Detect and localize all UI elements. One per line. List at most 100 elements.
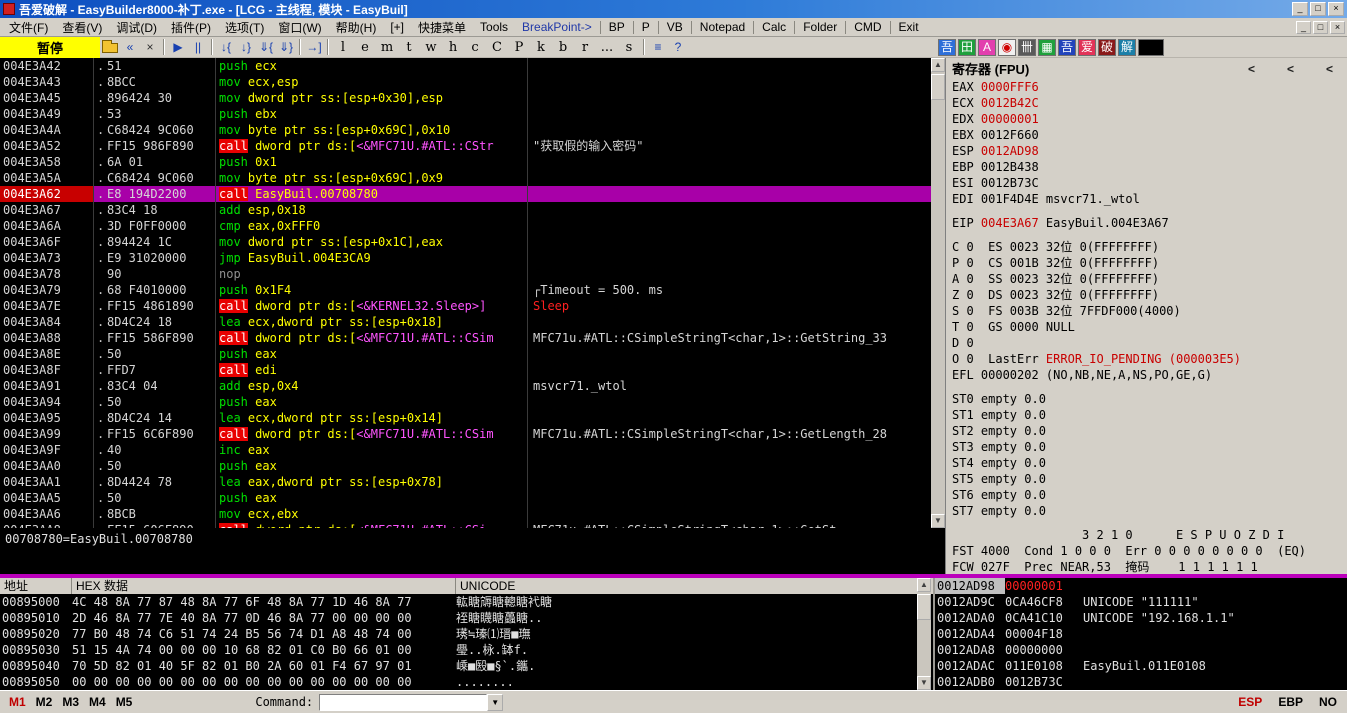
register-line[interactable]: 3 2 1 0 E S P U O Z D I (946, 527, 1347, 543)
scroll-up-icon[interactable]: ▲ (931, 58, 945, 72)
disasm-row[interactable]: 004E3A4A.C68424 9C060mov byte ptr ss:[es… (0, 122, 931, 138)
memory-tab-m2[interactable]: M2 (31, 695, 58, 709)
cpu-window-button[interactable]: c (464, 38, 486, 56)
disasm-row[interactable]: 004E3AA5.50push eax (0, 490, 931, 506)
patches-button[interactable]: P (508, 38, 530, 56)
animate-into-button[interactable]: ⇓{ (256, 38, 276, 56)
menu-options[interactable]: 选项(T) (218, 18, 271, 37)
dump-scrollbar[interactable]: ▲ ▼ (917, 578, 931, 690)
disasm-row[interactable]: 004E3AA0.50push eax (0, 458, 931, 474)
menu-notepad[interactable]: Notepad (693, 19, 752, 35)
menu-exit[interactable]: Exit (892, 19, 926, 35)
step-over-button[interactable]: ↓} (236, 38, 256, 56)
menu-folder[interactable]: Folder (796, 19, 844, 35)
scroll-down-icon[interactable]: ▼ (917, 676, 931, 690)
register-line[interactable]: ST7 empty 0.0 (946, 503, 1347, 519)
register-line[interactable]: EFL 00000202 (NO,NB,NE,A,NS,PO,GE,G) (946, 367, 1347, 383)
threads-button[interactable]: t (398, 38, 420, 56)
register-line[interactable]: EBX 0012F660 (946, 127, 1347, 143)
references-button[interactable]: r (574, 38, 596, 56)
disasm-row[interactable]: 004E3A58.6A 01push 0x1 (0, 154, 931, 170)
menu-update[interactable]: [+] (383, 19, 411, 35)
close-debuggee-button[interactable]: × (140, 38, 160, 56)
register-line[interactable]: EDI 001F4D4E msvcr71._wtol (946, 191, 1347, 207)
scrollbar-track[interactable] (917, 592, 931, 676)
register-line[interactable]: C 0 ES 0023 32位 0(FFFFFFFF) (946, 239, 1347, 255)
stack-row[interactable]: 0012ADA400004F18 (935, 626, 1347, 642)
memory-map-button[interactable]: m (376, 38, 398, 56)
dump-row[interactable]: 0089502077 B0 48 74 C6 51 74 24 B5 56 74… (0, 626, 933, 642)
menu-quick[interactable]: 快捷菜单 (411, 18, 473, 37)
plugin-a-button[interactable]: A (978, 39, 996, 56)
disasm-row[interactable]: 004E3A49.53push ebx (0, 106, 931, 122)
comparison-window-button[interactable]: C (486, 38, 508, 56)
register-line[interactable]: EBP 0012B438 (946, 159, 1347, 175)
disasm-row[interactable]: 004E3A42.51push ecx (0, 58, 931, 74)
menu-view[interactable]: 查看(V) (55, 18, 109, 37)
plugin-grid-dark-button[interactable]: 卌 (1018, 39, 1036, 56)
menu-file[interactable]: 文件(F) (2, 18, 55, 37)
disasm-row[interactable]: 004E3A9F.40inc eax (0, 442, 931, 458)
register-line[interactable]: FCW 027F Prec NEAR,53 掩码 1 1 1 1 1 1 (946, 559, 1347, 574)
dump-row[interactable]: 008950004C 48 8A 77 87 48 8A 77 6F 48 8A… (0, 594, 933, 610)
disasm-row[interactable]: 004E3A62.E8 194D2200call EasyBuil.007087… (0, 186, 931, 202)
menu-plugins[interactable]: 插件(P) (164, 18, 218, 37)
register-line[interactable]: O 0 LastErr ERROR_IO_PENDING (000003E5) (946, 351, 1347, 367)
register-line[interactable]: ESP 0012AD98 (946, 143, 1347, 159)
disasm-row[interactable]: 004E3A95.8D4C24 14lea ecx,dword ptr ss:[… (0, 410, 931, 426)
register-line[interactable]: EIP 004E3A67 EasyBuil.004E3A67 (946, 215, 1347, 231)
disasm-row[interactable]: 004E3A7890nop (0, 266, 931, 282)
help-button[interactable]: ? (668, 38, 688, 56)
menu-debug[interactable]: 调试(D) (109, 18, 164, 37)
call-stack-button[interactable]: k (530, 38, 552, 56)
scrollbar-thumb[interactable] (931, 74, 945, 100)
step-into-button[interactable]: ↓{ (216, 38, 236, 56)
stack-row[interactable]: 0012AD9800000001 (935, 578, 1347, 594)
register-line[interactable]: T 0 GS 0000 NULL (946, 319, 1347, 335)
log-window-button[interactable]: l (332, 38, 354, 56)
menu-window[interactable]: 窗口(W) (271, 18, 328, 37)
handles-button[interactable]: h (442, 38, 464, 56)
disasm-row[interactable]: 004E3A45.896424 30mov dword ptr ss:[esp+… (0, 90, 931, 106)
scroll-up-icon[interactable]: ▲ (917, 578, 931, 592)
execute-till-return-button[interactable]: →] (304, 38, 324, 56)
windows-button[interactable]: w (420, 38, 442, 56)
disasm-row[interactable]: 004E3A91.83C4 04add esp,0x4msvcr71._wtol (0, 378, 931, 394)
disasm-row[interactable]: 004E3A8F.FFD7call edi (0, 362, 931, 378)
close-button[interactable]: × (1328, 2, 1344, 16)
register-line[interactable]: ST6 empty 0.0 (946, 487, 1347, 503)
command-input[interactable] (319, 694, 487, 711)
dump-row[interactable]: 0089503051 15 4A 74 00 00 00 10 68 82 01… (0, 642, 933, 658)
register-view-arrow[interactable]: < (1287, 62, 1294, 76)
register-line[interactable]: D 0 (946, 335, 1347, 351)
disasm-row[interactable]: 004E3A67.83C4 18add esp,0x18 (0, 202, 931, 218)
disasm-scrollbar[interactable]: ▲ ▼ (931, 58, 945, 528)
dump-row[interactable]: 008950102D 46 8A 77 7E 40 8A 77 0D 46 8A… (0, 610, 933, 626)
maximize-button[interactable]: □ (1310, 2, 1326, 16)
pause-button[interactable]: || (188, 38, 208, 56)
stack-row[interactable]: 0012ADB00012B73C (935, 674, 1347, 690)
animate-over-button[interactable]: ⇓} (276, 38, 296, 56)
plugin-ai-button[interactable]: 爱 (1078, 39, 1096, 56)
register-line[interactable]: ST3 empty 0.0 (946, 439, 1347, 455)
register-line[interactable]: ST0 empty 0.0 (946, 391, 1347, 407)
breakpoints-button[interactable]: b (552, 38, 574, 56)
register-view-arrow[interactable]: < (1326, 62, 1333, 76)
register-line[interactable]: EDX 00000001 (946, 111, 1347, 127)
disasm-row[interactable]: 004E3A6F.894424 1Cmov dword ptr ss:[esp+… (0, 234, 931, 250)
source-button[interactable]: s (618, 38, 640, 56)
disasm-row[interactable]: 004E3AA1.8D4424 78lea eax,dword ptr ss:[… (0, 474, 931, 490)
dump-row[interactable]: 0089504070 5D 82 01 40 5F 82 01 B0 2A 60… (0, 658, 933, 674)
disasm-row[interactable]: 004E3A7E.FF15 4861890call dword ptr ds:[… (0, 298, 931, 314)
register-line[interactable]: ST5 empty 0.0 (946, 471, 1347, 487)
executables-window-button[interactable]: e (354, 38, 376, 56)
scrollbar-track[interactable] (931, 72, 945, 514)
stack-row[interactable]: 0012ADA800000000 (935, 642, 1347, 658)
memory-tab-m4[interactable]: M4 (84, 695, 111, 709)
stack-row[interactable]: 0012AD9C0CA46CF8UNICODE "111111" (935, 594, 1347, 610)
register-line[interactable]: ECX 0012B42C (946, 95, 1347, 111)
run-button[interactable]: ▶ (168, 38, 188, 56)
disasm-row[interactable]: 004E3A6A.3D F0FF0000cmp eax,0xFFF0 (0, 218, 931, 234)
register-line[interactable]: P 0 CS 001B 32位 0(FFFFFFFF) (946, 255, 1347, 271)
menu-vb[interactable]: VB (660, 19, 690, 35)
